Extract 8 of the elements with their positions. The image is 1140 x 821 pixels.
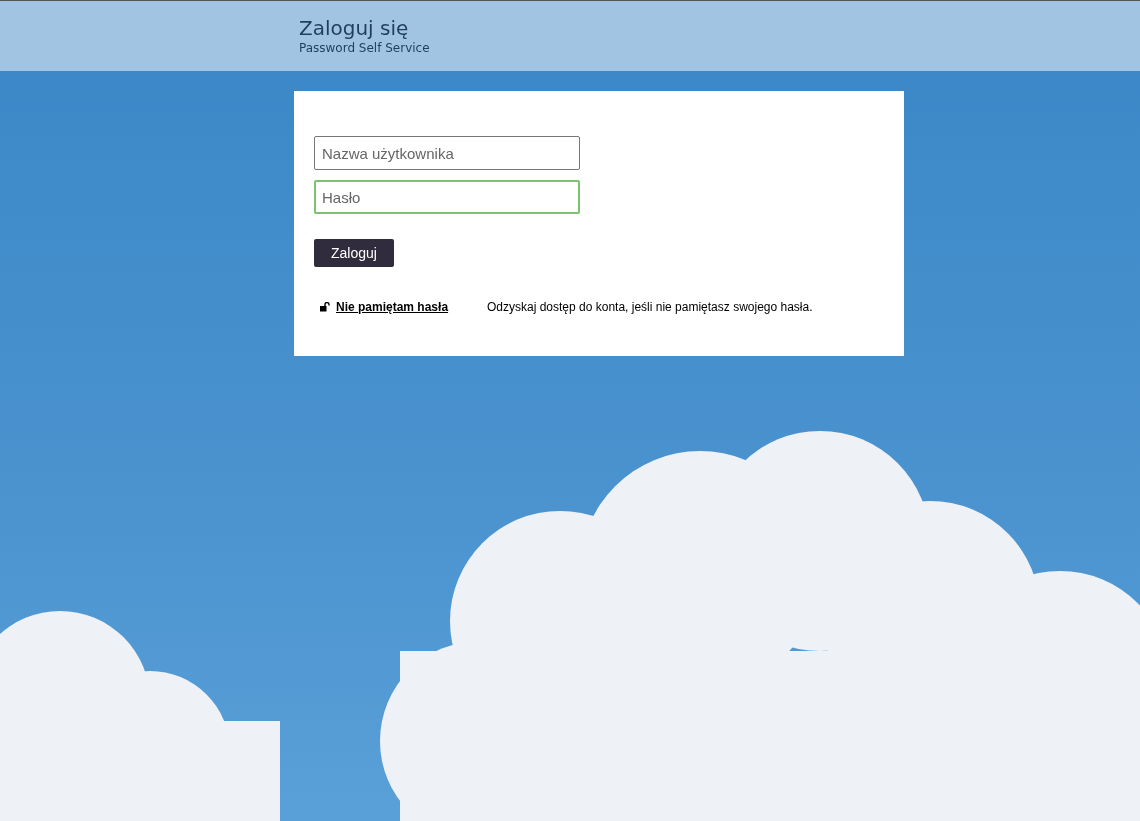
option-description: Odzyskaj dostęp do konta, jeśli nie pamiętasz swojego hasła. [487,300,813,314]
unlocked-padlock-icon [320,302,330,312]
login-button[interactable]: Zaloguj [314,239,394,267]
input-field[interactable]: Nazwa użytkownika [314,136,580,170]
forgot-password-link[interactable]: Nie pamiętam hasła [336,300,449,314]
input-field[interactable]: Hasło [314,180,580,214]
page-title: Zaloguj się [299,16,410,40]
page-subtitle: Password Self Service [299,41,431,55]
